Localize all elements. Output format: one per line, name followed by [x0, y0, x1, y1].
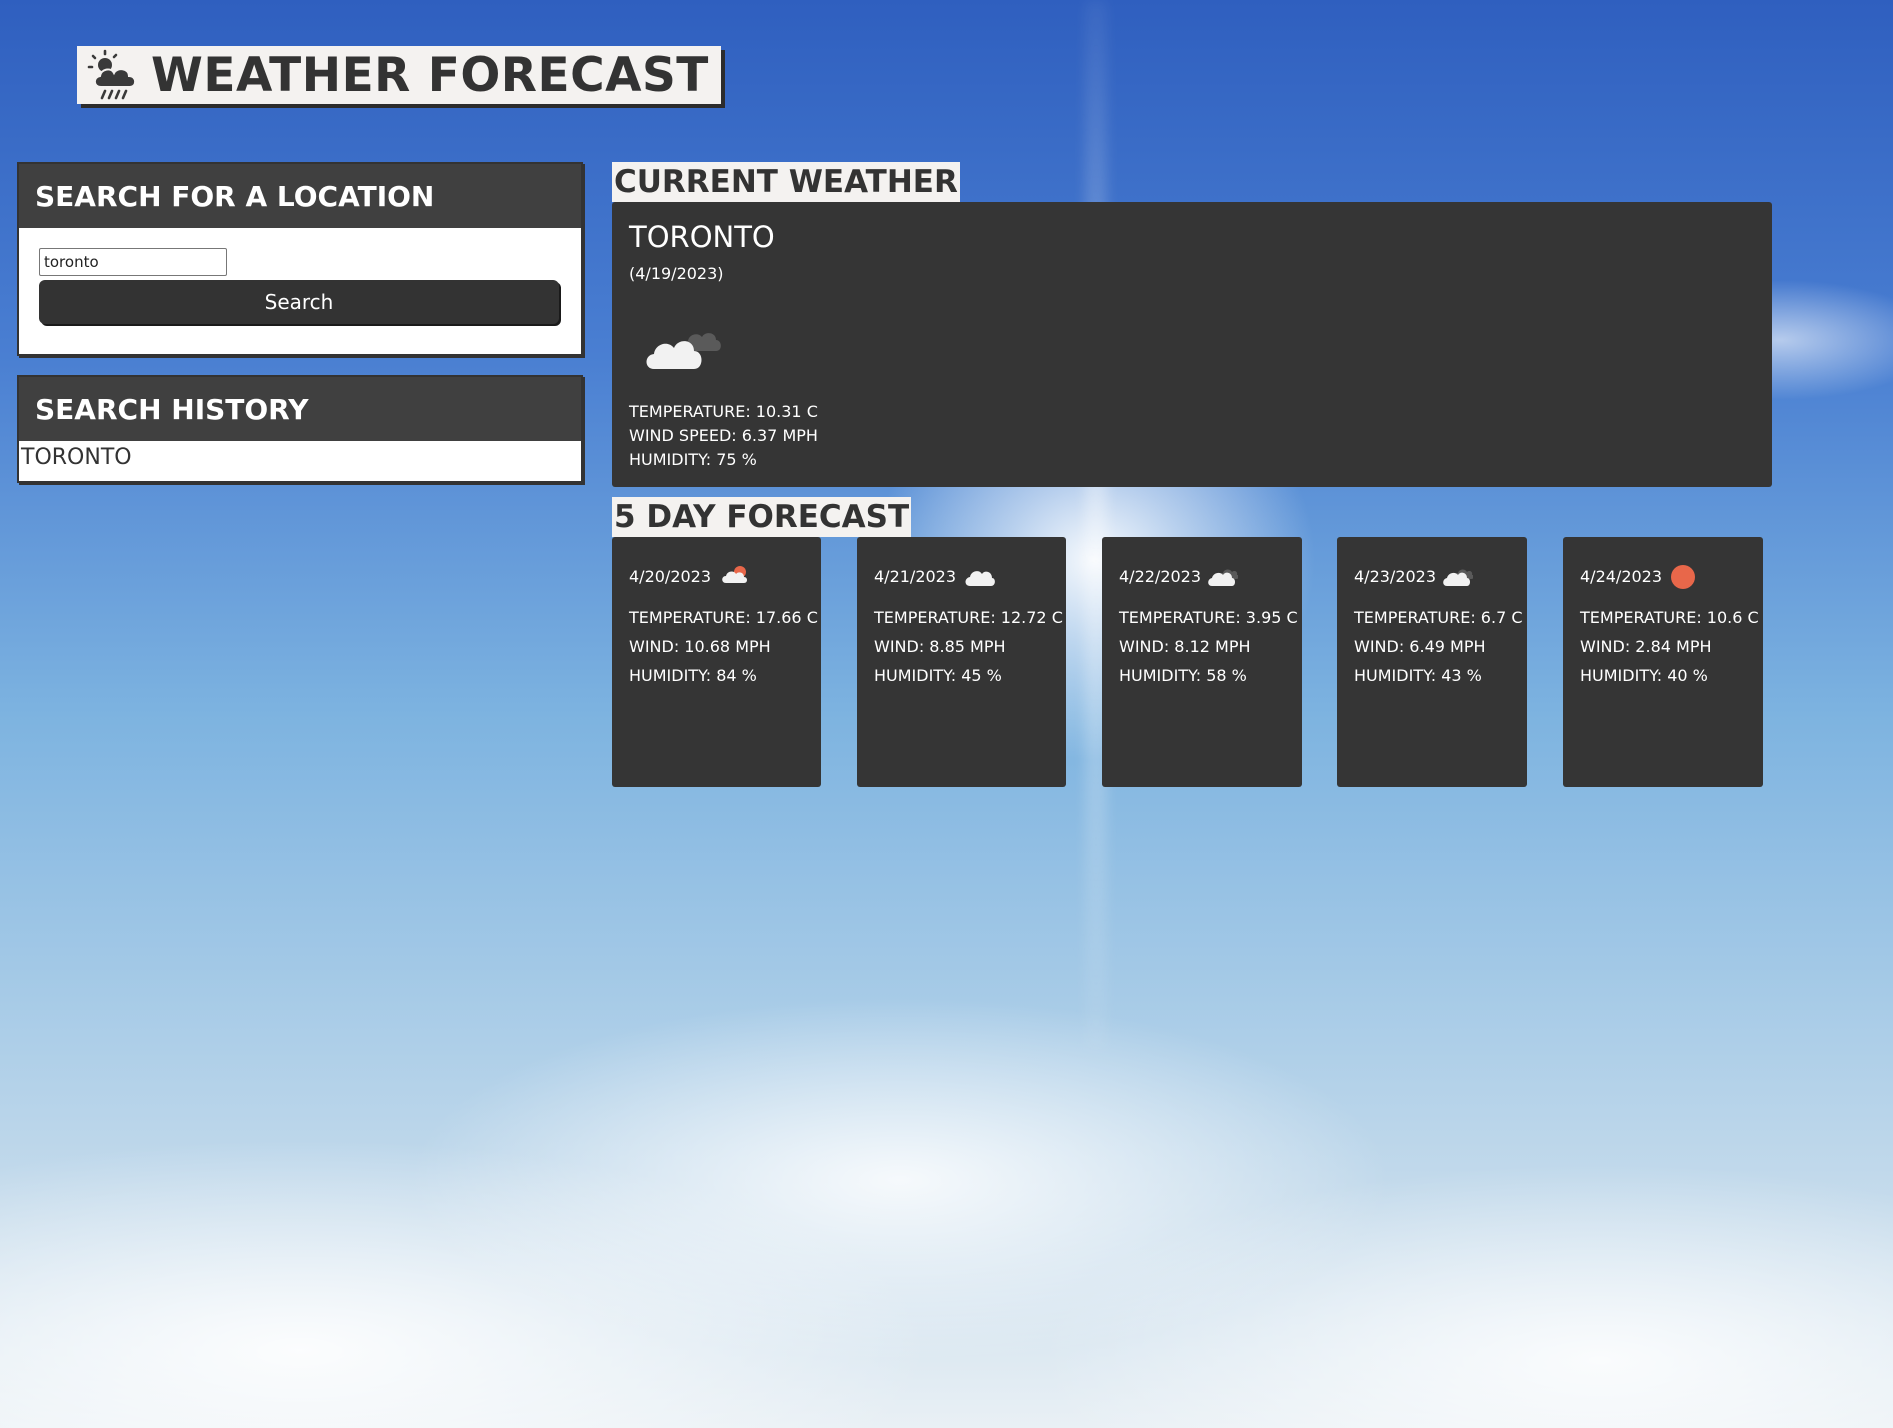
current-weather-heading: CURRENT WEATHER — [612, 162, 960, 202]
forecast-date: 4/22/2023 — [1119, 567, 1202, 586]
search-history-heading: SEARCH HISTORY — [19, 377, 581, 441]
forecast-card-day-4: 4/23/2023 TEMPERATURE: 6.7 C WIND: 6.49 … — [1337, 537, 1527, 787]
forecast-temperature: TEMPERATURE: 3.95 C — [1119, 608, 1298, 627]
forecast-temperature: TEMPERATURE: 17.66 C — [629, 608, 818, 627]
few-clouds-day-icon — [722, 566, 747, 583]
current-wind-speed: WIND SPEED: 6.37 MPH — [629, 426, 818, 445]
forecast-wind: WIND: 6.49 MPH — [1354, 637, 1486, 656]
app-title-banner: WEATHER FORECAST — [77, 46, 721, 104]
current-weather-panel: TORONTO (4/19/2023) TEMPERATURE: 10.31 C… — [612, 202, 1772, 487]
location-search-input[interactable] — [39, 248, 227, 276]
forecast-humidity: HUMIDITY: 84 % — [629, 666, 757, 685]
forecast-wind: WIND: 8.85 MPH — [874, 637, 1006, 656]
forecast-date: 4/23/2023 — [1354, 567, 1437, 586]
search-history-panel: SEARCH HISTORY TORONTO — [17, 375, 583, 483]
broken-clouds-icon — [1208, 569, 1238, 586]
forecast-wind: WIND: 2.84 MPH — [1580, 637, 1712, 656]
forecast-humidity: HUMIDITY: 43 % — [1354, 666, 1482, 685]
current-humidity: HUMIDITY: 75 % — [629, 450, 757, 469]
history-item[interactable]: TORONTO — [19, 441, 581, 474]
current-date: (4/19/2023) — [629, 264, 724, 283]
forecast-humidity: HUMIDITY: 45 % — [874, 666, 1002, 685]
forecast-date: 4/24/2023 — [1580, 567, 1663, 586]
forecast-wind: WIND: 8.12 MPH — [1119, 637, 1251, 656]
forecast-wind: WIND: 10.68 MPH — [629, 637, 771, 656]
forecast-card-day-1: 4/20/2023 TEMPERATURE: 17.66 C WIND: 10.… — [612, 537, 821, 787]
forecast-card-day-2: 4/21/2023 TEMPERATURE: 12.72 C WIND: 8.8… — [857, 537, 1066, 787]
forecast-date: 4/20/2023 — [629, 567, 712, 586]
broken-clouds-icon — [1443, 569, 1473, 586]
current-city: TORONTO — [629, 220, 775, 254]
app-title: WEATHER FORECAST — [151, 47, 709, 103]
search-panel: SEARCH FOR A LOCATION Search — [17, 162, 583, 356]
forecast-temperature: TEMPERATURE: 6.7 C — [1354, 608, 1523, 627]
cloud-icon — [965, 571, 995, 586]
search-button[interactable]: Search — [39, 280, 559, 324]
sky-background-sunbeam — [1085, 0, 1107, 1050]
search-panel-heading: SEARCH FOR A LOCATION — [19, 164, 581, 228]
forecast-humidity: HUMIDITY: 40 % — [1580, 666, 1708, 685]
sun-cloud-rain-icon — [87, 49, 137, 100]
forecast-card-day-5: 4/24/2023 TEMPERATURE: 10.6 C WIND: 2.84… — [1563, 537, 1763, 787]
broken-clouds-icon — [646, 333, 721, 369]
five-day-forecast-heading: 5 DAY FORECAST — [612, 497, 912, 537]
clear-sun-icon — [1671, 565, 1695, 589]
current-temperature: TEMPERATURE: 10.31 C — [629, 402, 818, 421]
forecast-date: 4/21/2023 — [874, 567, 957, 586]
forecast-temperature: TEMPERATURE: 10.6 C — [1580, 608, 1759, 627]
forecast-humidity: HUMIDITY: 58 % — [1119, 666, 1247, 685]
forecast-card-day-3: 4/22/2023 TEMPERATURE: 3.95 C WIND: 8.12… — [1102, 537, 1302, 787]
forecast-temperature: TEMPERATURE: 12.72 C — [874, 608, 1063, 627]
